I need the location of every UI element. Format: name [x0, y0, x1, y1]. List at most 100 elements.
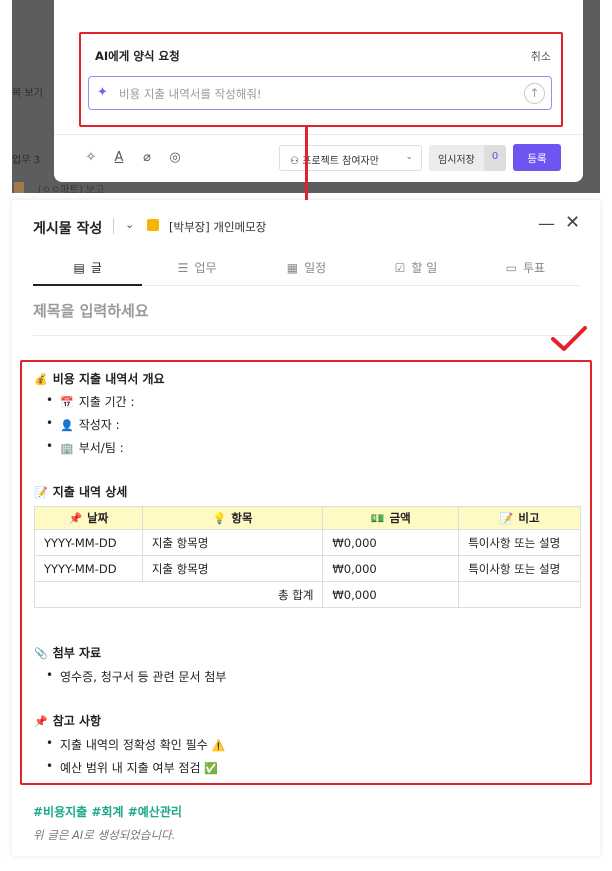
ai-prompt-placeholder: 비용 지출 내역서를 작성해줘! [119, 87, 262, 101]
background-text: 업무 3 [12, 155, 40, 166]
tab-label: 업무 [194, 261, 217, 275]
sparkle-icon: ✦ [97, 85, 108, 100]
ai-request-title: AI에게 양식 요청 [95, 49, 180, 63]
pin-icon: 📌 [34, 715, 48, 728]
background-thumbnail [14, 182, 24, 193]
check-icon: ✅ [204, 762, 219, 775]
divider [113, 218, 114, 234]
list-item-text: 지출 내역의 정확성 확인 필수 [60, 738, 208, 752]
text-format-icon[interactable]: A [112, 150, 126, 165]
temp-save-label: 임시저장 [438, 155, 475, 166]
table-row: YYYY-MM-DD 지출 항목명 ₩0,000 특이사항 또는 설명 [34, 529, 581, 556]
pin-icon: 📌 [68, 512, 83, 525]
ai-request-box: AI에게 양식 요청 취소 ✦ 비용 지출 내역서를 작성해줘! ↑ [79, 32, 563, 127]
close-icon[interactable]: ✕ [565, 212, 580, 233]
list-item-text: 작성자 : [78, 418, 120, 432]
table-cell[interactable]: 특이사항 또는 설명 [458, 529, 581, 556]
post-composer-modal: AI에게 양식 요청 취소 ✦ 비용 지출 내역서를 작성해줘! ↑ ✧ A ⌀… [54, 0, 583, 182]
tab-post[interactable]: ▤ 글 [33, 252, 143, 286]
table-cell[interactable]: 특이사항 또는 설명 [458, 555, 581, 582]
table-cell[interactable]: ₩0,000 [322, 529, 460, 556]
table-cell[interactable]: YYYY-MM-DD [34, 529, 143, 556]
lightbulb-icon: 💡 [212, 512, 227, 525]
visibility-select[interactable]: ⚇ 프로젝트 참여자만 ⌄ [279, 145, 422, 171]
minimize-icon[interactable]: — [538, 214, 555, 234]
post-body-editor[interactable]: 💰 비용 지출 내역서 개요 📅 지출 기간 : 👤 작성자 : 🏢 부서/팀 : 📝 지… [20, 360, 592, 785]
people-icon: ⚇ [290, 156, 303, 167]
table-cell[interactable]: 지출 항목명 [141, 529, 324, 556]
post-editor-panel: 게시물 작성 ⌄ [박부장] 개인메모장 — ✕ ▤ 글 ☰ 업무 ▦ 일정 ☑ 할 일… [12, 200, 600, 856]
tab-todo[interactable]: ☑ 할 일 [361, 252, 470, 285]
hashtags[interactable]: #비용지출 #회계 #예산관리 [33, 803, 182, 820]
document-icon: ▤ [73, 261, 85, 275]
subject-input[interactable]: 제목을 입력하세요 [33, 300, 149, 321]
location-icon[interactable]: ◎ [168, 150, 182, 165]
ai-generated-note: 위 글은 AI로 생성되었습니다. [33, 828, 176, 842]
tab-task[interactable]: ☰ 업무 [142, 252, 251, 285]
table-header: 💵 금액 [322, 506, 460, 530]
checkbox-icon: ☑ [394, 261, 406, 275]
list-item: 예산 범위 내 지출 여부 점검 ✅ [46, 759, 223, 776]
submit-button[interactable]: 등록 [513, 144, 561, 171]
header-label: 비고 [518, 511, 540, 525]
tab-vote[interactable]: ▭ 투표 [471, 252, 580, 285]
table-cell[interactable]: ₩0,000 [322, 555, 460, 582]
visibility-select-label: 프로젝트 참여자만 [302, 156, 379, 167]
section-heading: 📌 참고 사항 [34, 712, 101, 729]
list-item-text: 영수증, 청구서 등 관련 문서 첨부 [60, 670, 227, 684]
list-item: 📅 지출 기간 : [46, 393, 135, 410]
person-icon: 👤 [60, 419, 74, 432]
section-heading: 📝 지출 내역 상세 [34, 483, 127, 500]
section-title: 참고 사항 [52, 714, 102, 728]
checkmark-icon [551, 326, 587, 351]
table-row: YYYY-MM-DD 지출 항목명 ₩0,000 특이사항 또는 설명 [34, 555, 581, 582]
tab-schedule[interactable]: ▦ 일정 [252, 252, 361, 285]
tab-label: 글 [90, 261, 102, 275]
send-button[interactable]: ↑ [524, 83, 545, 104]
table-cell[interactable]: 지출 항목명 [141, 555, 324, 582]
money-icon: 💵 [370, 512, 385, 525]
calendar-icon: ▦ [286, 261, 299, 275]
warning-icon: ⚠️ [211, 739, 226, 752]
ai-sparkle-icon[interactable]: ✧ [84, 150, 98, 165]
money-bag-icon: 💰 [34, 373, 48, 386]
divider [33, 335, 580, 336]
tab-label: 할 일 [411, 261, 438, 275]
divider [54, 134, 583, 135]
section-title: 지출 내역 상세 [52, 485, 128, 499]
table-header: 📝 비고 [458, 506, 581, 530]
background-text: 목 보기 [12, 88, 43, 99]
post-type-tabs: ▤ 글 ☰ 업무 ▦ 일정 ☑ 할 일 ▭ 투표 [33, 252, 580, 286]
chevron-down-icon: ⌄ [405, 152, 413, 162]
vote-icon: ▭ [505, 261, 517, 275]
panel-title: 게시물 작성 [33, 221, 103, 237]
chevron-down-icon[interactable]: ⌄ [125, 218, 134, 231]
temp-save-button[interactable]: 임시저장 0 [429, 145, 506, 171]
tab-label: 일정 [304, 261, 327, 275]
ai-prompt-input[interactable]: ✦ 비용 지출 내역서를 작성해줘! ↑ [88, 76, 552, 110]
memo-icon: 📝 [34, 486, 48, 499]
temp-save-count: 0 [484, 145, 506, 171]
cancel-button[interactable]: 취소 [531, 48, 551, 64]
table-header-row: 📌 날짜 💡 항목 💵 금액 📝 비고 [34, 506, 581, 530]
section-title: 비용 지출 내역서 개요 [52, 372, 165, 386]
board-color-icon [147, 219, 159, 231]
list-item: 영수증, 청구서 등 관련 문서 첨부 [46, 668, 226, 685]
total-value[interactable]: ₩0,000 [322, 581, 460, 608]
list-icon: ☰ [177, 261, 189, 275]
attachment-icon[interactable]: ⌀ [140, 150, 154, 165]
background-text: [ㅇㅇ파트] 보고 [38, 185, 105, 193]
paperclip-icon: 📎 [34, 647, 48, 660]
list-item-text: 부서/팀 : [78, 441, 124, 455]
total-label[interactable]: 총 합계 [33, 581, 324, 608]
section-heading: 📎 첨부 자료 [34, 644, 101, 661]
table-cell[interactable] [458, 581, 581, 608]
table-header: 📌 날짜 [34, 506, 143, 530]
list-item-text: 지출 기간 : [78, 395, 135, 409]
memo-icon: 📝 [499, 512, 514, 525]
tab-label: 투표 [522, 261, 546, 275]
board-name[interactable]: [박부장] 개인메모장 [169, 219, 266, 235]
list-item: 👤 작성자 : [46, 416, 120, 433]
table-cell[interactable]: YYYY-MM-DD [34, 555, 143, 582]
table-header: 💡 항목 [141, 506, 324, 530]
